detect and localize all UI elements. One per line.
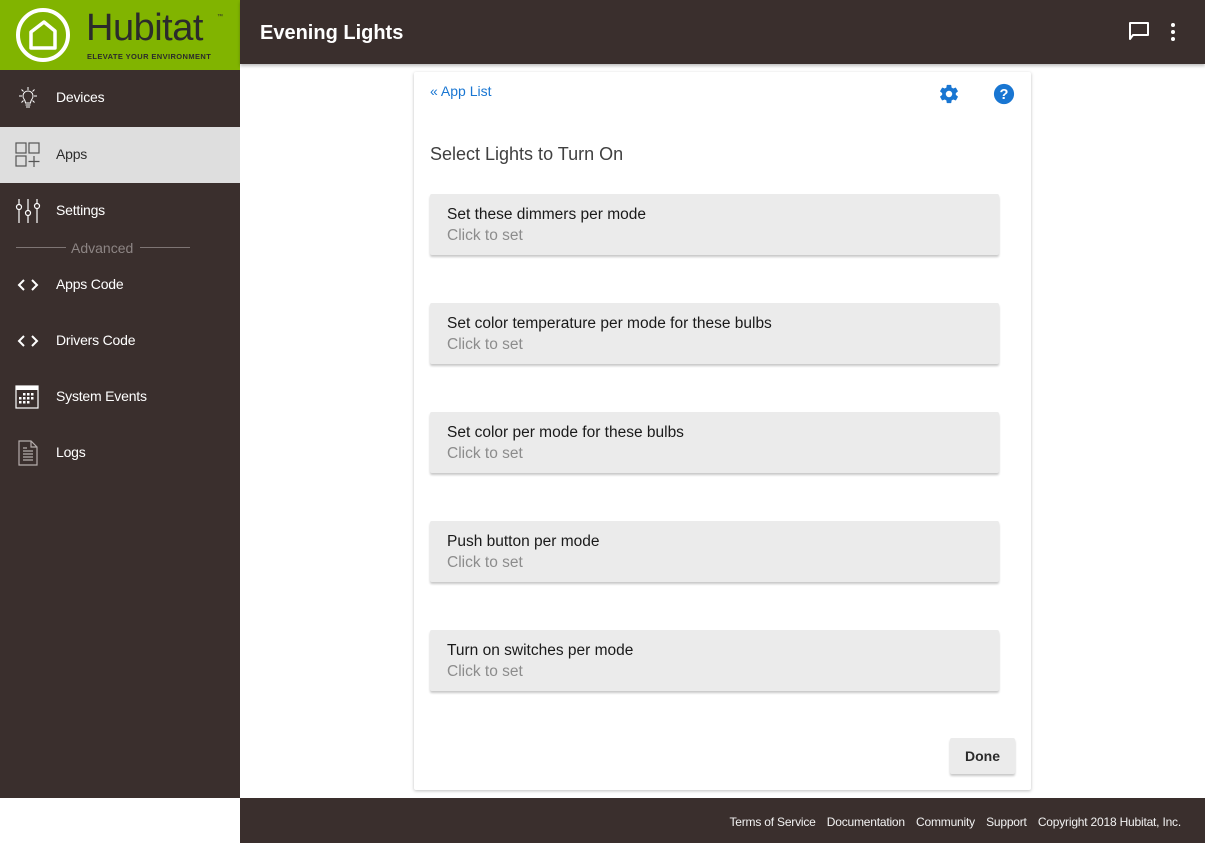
svg-text:?: ? [1000,87,1009,103]
sidebar-item-apps[interactable]: Apps [0,127,240,183]
setting-title: Turn on switches per mode [447,642,634,659]
lightbulb-icon [14,84,42,112]
sidebar-item-label: Apps Code [56,276,124,292]
code-icon [14,327,42,355]
chat-icon[interactable] [1128,21,1150,46]
sidebar-item-devices[interactable]: Devices [0,70,240,126]
footer: Terms of Service Documentation Community… [240,798,1205,843]
back-to-app-list-link[interactable]: « App List [430,83,492,99]
code-icon [14,271,42,299]
sidebar-item-label: Logs [56,444,86,460]
top-bar: Evening Lights [240,0,1205,64]
setting-subtitle: Click to set [447,663,523,680]
app-settings-card: « App List ? Select Lights to Turn On Se… [414,72,1031,790]
brand-tagline: ELEVATE YOUR ENVIRONMENT [87,52,212,61]
setting-switches-per-mode[interactable]: Turn on switches per mode Click to set [430,630,999,691]
house-logo-icon [16,8,70,62]
divider-line [16,247,66,248]
done-button[interactable]: Done [950,738,1015,774]
setting-subtitle: Click to set [447,227,523,244]
footer-link-terms[interactable]: Terms of Service [729,815,815,829]
sidebar-item-settings[interactable]: Settings [0,183,240,239]
setting-title: Set these dimmers per mode [447,206,647,223]
page-title: Evening Lights [260,22,404,44]
document-icon [14,439,42,467]
sidebar-item-system-events[interactable]: System Events [0,369,240,425]
setting-color-per-mode[interactable]: Set color per mode for these bulbs Click… [430,412,999,473]
sidebar-item-label: Apps [56,146,88,162]
footer-link-community[interactable]: Community [916,815,975,829]
sidebar-item-label: Drivers Code [56,332,136,348]
setting-title: Push button per mode [447,533,600,550]
sidebar-item-logs[interactable]: Logs [0,425,240,481]
footer-link-documentation[interactable]: Documentation [827,815,905,829]
setting-subtitle: Click to set [447,554,523,571]
setting-title: Set color per mode for these bulbs [447,424,684,441]
setting-dimmers-per-mode[interactable]: Set these dimmers per mode Click to set [430,194,999,255]
copyright-text: Copyright 2018 Hubitat, Inc. [1037,815,1181,829]
sliders-icon [14,197,42,225]
help-icon[interactable]: ? [993,83,1015,110]
advanced-label: Advanced [71,240,134,256]
setting-push-button-per-mode[interactable]: Push button per mode Click to set [430,521,999,582]
divider-line [140,247,190,248]
more-vert-icon[interactable] [1170,22,1176,47]
setting-subtitle: Click to set [447,445,523,462]
trademark: ™ [217,14,223,20]
setting-title: Set color temperature per mode for these… [447,315,772,332]
advanced-divider: Advanced [16,240,190,256]
gear-icon[interactable] [938,83,960,110]
apps-grid-icon [14,141,42,169]
setting-subtitle: Click to set [447,336,523,353]
section-title: Select Lights to Turn On [430,144,624,164]
hubitat-logo[interactable]: Hubitat ™ ELEVATE YOUR ENVIRONMENT [0,0,240,70]
brand-name: Hubitat [86,7,203,49]
sidebar-item-label: Devices [56,89,105,105]
sidebar-item-drivers-code[interactable]: Drivers Code [0,313,240,369]
sidebar: Devices Apps Settings Advanced Apps Code… [0,70,240,798]
calendar-icon [14,383,42,411]
footer-link-support[interactable]: Support [986,815,1027,829]
sidebar-item-apps-code[interactable]: Apps Code [0,257,240,313]
sidebar-item-label: System Events [56,388,147,404]
setting-color-temperature-per-mode[interactable]: Set color temperature per mode for these… [430,303,999,364]
sidebar-item-label: Settings [56,202,105,218]
